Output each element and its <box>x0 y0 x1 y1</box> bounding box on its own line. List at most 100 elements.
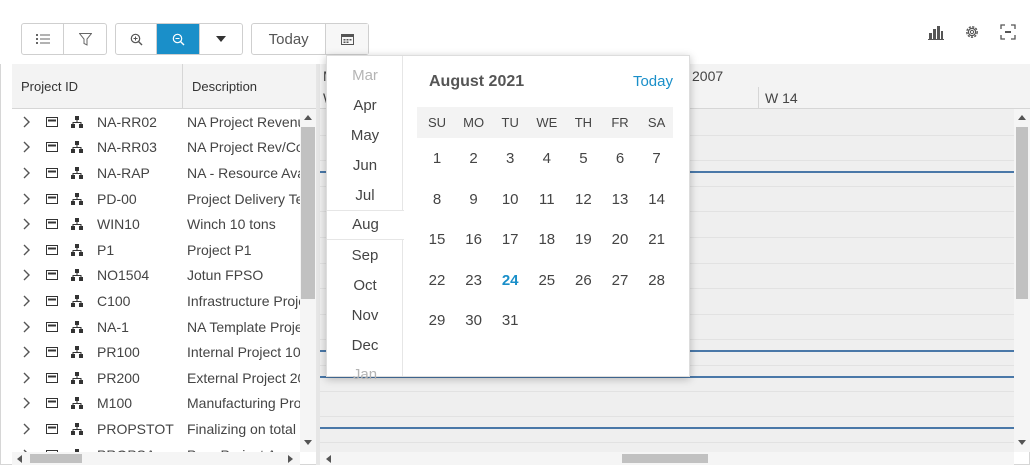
month-item-jul[interactable]: Jul <box>327 187 403 204</box>
calendar-day[interactable]: 25 <box>529 272 565 289</box>
table-row[interactable]: C100 Infrastructure Project <box>12 288 302 314</box>
chevron-right-icon[interactable] <box>22 141 32 153</box>
calendar-day[interactable]: 6 <box>602 150 638 167</box>
card-icon[interactable] <box>46 347 58 358</box>
month-list[interactable]: Mar Apr May Jun Jul Aug Sep Oct Nov Dec Jan <box>327 56 404 383</box>
calendar-day[interactable]: 21 <box>639 231 675 248</box>
calendar-day[interactable]: 16 <box>456 231 492 248</box>
scrollbar-thumb[interactable] <box>301 127 315 299</box>
grid-horizontal-scrollbar[interactable] <box>12 452 300 465</box>
table-row[interactable]: PD-00 Project Delivery Template <box>12 186 302 212</box>
table-row[interactable]: PR200 External Project 200 <box>12 365 302 391</box>
hierarchy-icon[interactable] <box>71 422 83 435</box>
card-icon[interactable] <box>46 423 58 434</box>
chevron-right-icon[interactable] <box>22 269 32 281</box>
calendar-day[interactable]: 29 <box>419 312 455 329</box>
chevron-right-icon[interactable] <box>22 321 32 333</box>
hierarchy-icon[interactable] <box>71 166 83 179</box>
month-item-jun[interactable]: Jun <box>327 157 403 174</box>
hierarchy-icon[interactable] <box>71 397 83 410</box>
card-icon[interactable] <box>46 193 58 204</box>
month-item-may[interactable]: May <box>327 127 403 144</box>
hierarchy-icon[interactable] <box>71 243 83 256</box>
table-row[interactable]: P1 Project P1 <box>12 237 302 263</box>
scroll-up-arrow-icon[interactable] <box>304 115 312 120</box>
column-separator[interactable] <box>182 64 183 109</box>
calendar-day[interactable]: 3 <box>492 150 528 167</box>
hierarchy-icon[interactable] <box>71 294 83 307</box>
today-button[interactable]: Today <box>252 24 327 54</box>
scroll-down-arrow-icon[interactable] <box>304 440 312 445</box>
table-row[interactable]: PR100 Internal Project 100 <box>12 339 302 365</box>
hierarchy-icon[interactable] <box>71 320 83 333</box>
chevron-right-icon[interactable] <box>22 116 32 128</box>
chevron-right-icon[interactable] <box>22 167 32 179</box>
table-row[interactable]: PROPSTOT Finalizing on total <box>12 416 302 442</box>
card-icon[interactable] <box>46 219 58 230</box>
timeline-vertical-scrollbar[interactable] <box>1014 109 1030 452</box>
timeline-horizontal-scrollbar[interactable] <box>320 452 1014 465</box>
calendar-day[interactable]: 7 <box>639 150 675 167</box>
calendar-day[interactable]: 30 <box>456 312 492 329</box>
card-icon[interactable] <box>46 244 58 255</box>
hierarchy-icon[interactable] <box>71 346 83 359</box>
calendar-button[interactable] <box>326 24 368 54</box>
month-item-dec[interactable]: Dec <box>327 337 403 354</box>
scrollbar-thumb[interactable] <box>30 454 82 463</box>
scroll-left-arrow-icon[interactable] <box>326 455 331 463</box>
chevron-right-icon[interactable] <box>22 193 32 205</box>
calendar-day[interactable]: 10 <box>492 191 528 208</box>
month-item-nov[interactable]: Nov <box>327 307 403 324</box>
card-icon[interactable] <box>46 142 58 153</box>
calendar-day[interactable]: 9 <box>456 191 492 208</box>
calendar-day[interactable]: 20 <box>602 231 638 248</box>
month-item-sep[interactable]: Sep <box>327 247 403 264</box>
scrollbar-thumb[interactable] <box>1016 127 1028 299</box>
table-row[interactable]: NA-RR02 NA Project Revenue <box>12 109 302 135</box>
project-bar[interactable] <box>320 427 1014 429</box>
hierarchy-icon[interactable] <box>71 141 83 154</box>
zoom-dropdown-button[interactable] <box>200 24 242 54</box>
scroll-down-arrow-icon[interactable] <box>1018 440 1026 445</box>
calendar-day[interactable]: 14 <box>639 191 675 208</box>
calendar-day[interactable]: 5 <box>565 150 601 167</box>
hierarchy-icon[interactable] <box>71 269 83 282</box>
month-item-jan[interactable]: Jan <box>327 366 403 383</box>
table-row[interactable]: NO1504 Jotun FPSO <box>12 263 302 289</box>
settings-button[interactable] <box>962 22 982 42</box>
zoom-in-button[interactable] <box>116 24 158 54</box>
hierarchy-icon[interactable] <box>71 115 83 128</box>
calendar-day[interactable]: 22 <box>419 272 455 289</box>
chart-button[interactable] <box>926 22 946 42</box>
chevron-right-icon[interactable] <box>22 218 32 230</box>
calendar-day[interactable]: 17 <box>492 231 528 248</box>
scroll-right-arrow-icon[interactable] <box>288 455 293 463</box>
calendar-day[interactable]: 12 <box>565 191 601 208</box>
table-row[interactable]: NA-RAP NA - Resource Availability <box>12 160 302 186</box>
calendar-day[interactable]: 28 <box>639 272 675 289</box>
chevron-right-icon[interactable] <box>22 346 32 358</box>
zoom-out-button[interactable] <box>157 24 200 54</box>
card-icon[interactable] <box>46 372 58 383</box>
chevron-right-icon[interactable] <box>22 423 32 435</box>
chevron-right-icon[interactable] <box>22 397 32 409</box>
calendar-day[interactable]: 27 <box>602 272 638 289</box>
hierarchy-icon[interactable] <box>71 192 83 205</box>
calendar-day[interactable]: 18 <box>529 231 565 248</box>
calendar-day[interactable]: 31 <box>492 312 528 329</box>
calendar-day[interactable]: 13 <box>602 191 638 208</box>
calendar-day[interactable]: 23 <box>456 272 492 289</box>
scroll-up-arrow-icon[interactable] <box>1018 115 1026 120</box>
calendar-day[interactable]: 19 <box>565 231 601 248</box>
table-row[interactable]: NA-RR03 NA Project Rev/Cost <box>12 135 302 161</box>
hierarchy-icon[interactable] <box>71 371 83 384</box>
calendar-day[interactable]: 26 <box>565 272 601 289</box>
table-row[interactable]: WIN10 Winch 10 tons <box>12 211 302 237</box>
calendar-day[interactable]: 11 <box>529 191 565 208</box>
scroll-left-arrow-icon[interactable] <box>17 455 22 463</box>
column-header-description[interactable]: Description <box>192 64 257 109</box>
chevron-right-icon[interactable] <box>22 372 32 384</box>
table-row[interactable]: NA-1 NA Template Project <box>12 314 302 340</box>
grid-vertical-scrollbar[interactable] <box>300 109 316 452</box>
chevron-right-icon[interactable] <box>22 295 32 307</box>
